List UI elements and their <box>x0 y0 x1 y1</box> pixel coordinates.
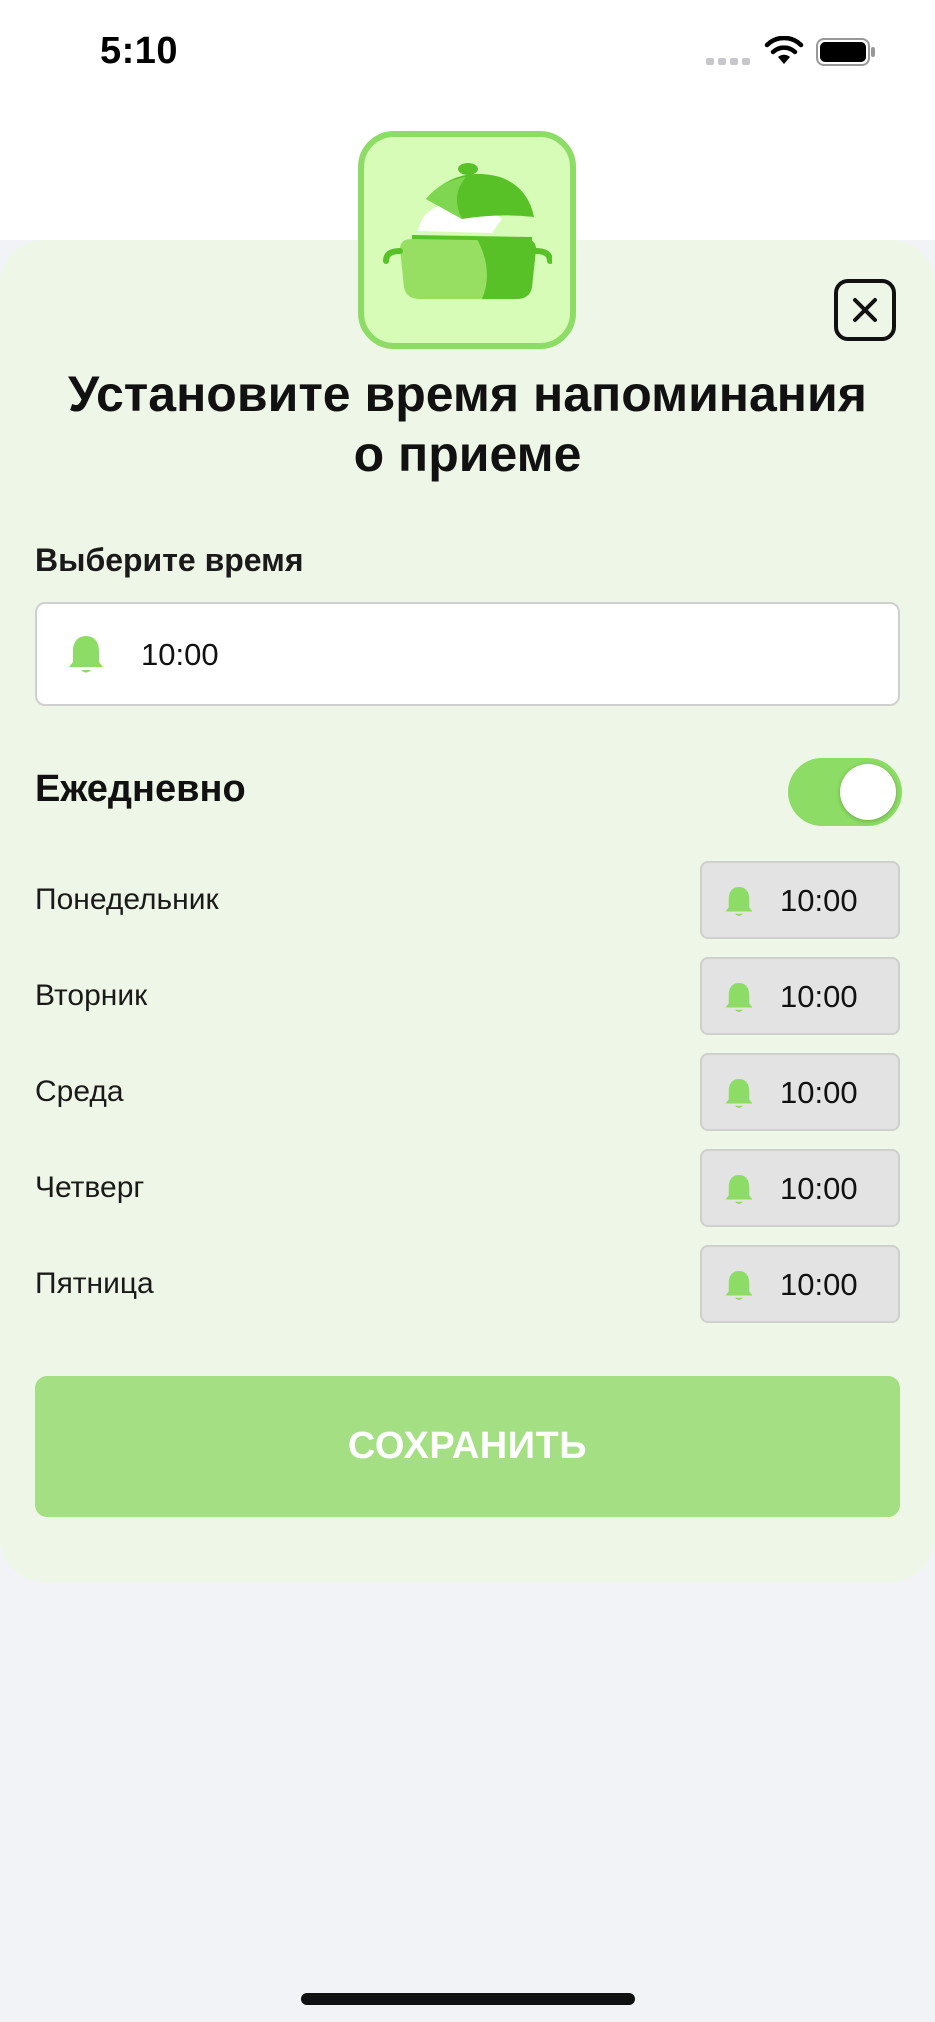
day-name: Понедельник <box>35 883 219 916</box>
page-title: Установите время напоминания о приеме <box>68 366 867 482</box>
day-time-button[interactable]: 10:00 <box>700 861 900 939</box>
day-name: Пятница <box>35 1267 154 1300</box>
day-time-value: 10:00 <box>780 883 858 918</box>
time-input[interactable]: 10:00 <box>35 602 900 706</box>
day-name: Среда <box>35 1075 124 1108</box>
close-icon <box>853 298 877 322</box>
day-name: Четверг <box>35 1171 145 1204</box>
time-input-value: 10:00 <box>141 637 219 672</box>
bell-icon <box>725 983 753 1012</box>
bell-icon <box>69 636 103 673</box>
day-name: Вторник <box>35 979 148 1012</box>
home-indicator[interactable] <box>301 1993 635 2005</box>
day-time-button[interactable]: 10:00 <box>700 957 900 1035</box>
time-select-label: Выберите время <box>35 542 304 578</box>
daily-toggle[interactable] <box>788 758 902 826</box>
day-time-button[interactable]: 10:00 <box>700 1245 900 1323</box>
day-time-value: 10:00 <box>780 979 858 1014</box>
day-row-friday: Пятница 10:00 <box>35 1245 900 1323</box>
daily-label: Ежедневно <box>35 768 246 810</box>
close-button[interactable] <box>834 279 896 341</box>
toggle-knob <box>840 764 896 820</box>
save-button[interactable]: СОХРАНИТЬ <box>35 1376 900 1517</box>
signal-icon <box>706 58 750 65</box>
bell-icon <box>725 1175 753 1204</box>
bell-icon <box>725 1271 753 1300</box>
battery-icon <box>816 38 875 66</box>
app-logo <box>358 131 576 349</box>
day-row-thursday: Четверг 10:00 <box>35 1149 900 1227</box>
day-time-button[interactable]: 10:00 <box>700 1053 900 1131</box>
day-row-tuesday: Вторник 10:00 <box>35 957 900 1035</box>
day-time-button[interactable]: 10:00 <box>700 1149 900 1227</box>
status-bar: 5:10 <box>0 0 935 110</box>
day-row-monday: Понедельник 10:00 <box>35 861 900 939</box>
bell-icon <box>725 887 753 916</box>
day-time-value: 10:00 <box>780 1267 858 1302</box>
day-time-value: 10:00 <box>780 1171 858 1206</box>
day-time-value: 10:00 <box>780 1075 858 1110</box>
cooking-pot-icon <box>383 163 552 299</box>
status-time: 5:10 <box>100 30 179 72</box>
wifi-icon <box>764 36 804 64</box>
bell-icon <box>725 1079 753 1108</box>
day-row-wednesday: Среда 10:00 <box>35 1053 900 1131</box>
